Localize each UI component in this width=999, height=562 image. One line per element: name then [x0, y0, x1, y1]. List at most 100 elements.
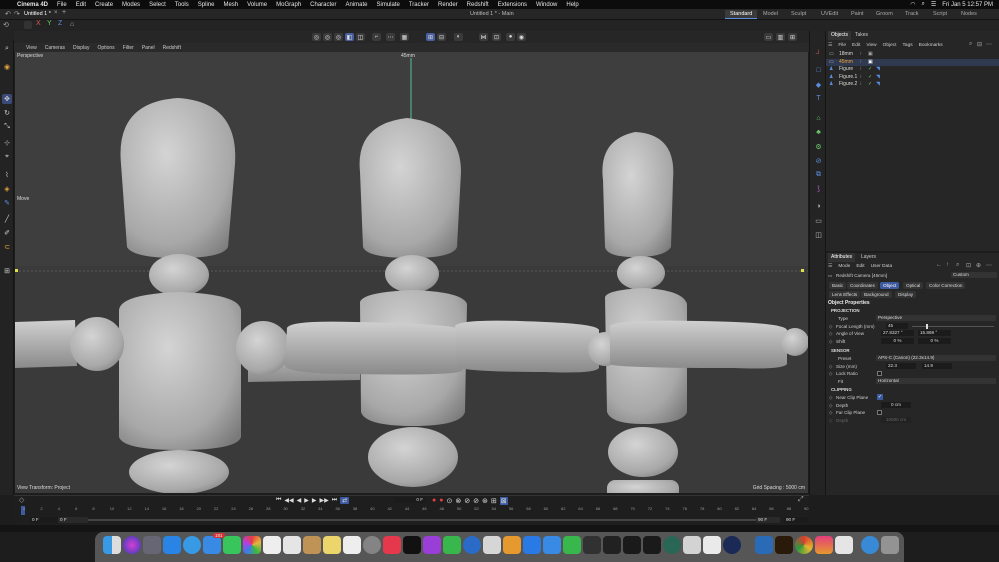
rotation-key-icon[interactable]: ⊘: [464, 497, 470, 505]
viewport-menu-cameras[interactable]: Cameras: [45, 45, 65, 51]
menu-edit[interactable]: Edit: [76, 2, 86, 8]
attributes-menu-edit[interactable]: Edit: [856, 264, 864, 269]
tab-lens-effects[interactable]: Lens Effects: [829, 291, 861, 298]
light-icon[interactable]: ◫: [813, 229, 824, 240]
model-mode-icon[interactable]: ◫: [356, 33, 365, 41]
visibility-icon[interactable]: ⁝: [860, 51, 862, 59]
viewport-menu-panel[interactable]: Panel: [142, 45, 155, 51]
chrome-icon[interactable]: [795, 536, 813, 554]
freeform-icon[interactable]: [343, 536, 361, 554]
snap-icon[interactable]: ⊞: [426, 33, 435, 41]
lock-ratio-checkbox[interactable]: [877, 371, 882, 376]
go-to-start-icon[interactable]: ⏮: [276, 497, 281, 504]
lock-view-icon[interactable]: ●: [506, 33, 515, 41]
points-mode-icon[interactable]: ⋯: [386, 33, 395, 41]
text-spline-icon[interactable]: T: [813, 93, 824, 104]
textedit-icon[interactable]: [835, 536, 853, 554]
loop-icon[interactable]: ⇄: [340, 497, 350, 504]
position-key-icon[interactable]: ⊗: [455, 497, 461, 505]
enabled-check-icon[interactable]: ✓: [868, 74, 872, 82]
menu-spline[interactable]: Spline: [198, 2, 215, 8]
notes-icon[interactable]: [323, 536, 341, 554]
scale-key-icon[interactable]: ⊘: [473, 497, 479, 505]
spline-tool-icon[interactable]: ⟆: [813, 183, 824, 194]
live-selection-icon[interactable]: ◉: [2, 62, 12, 72]
keyframe-add-icon[interactable]: ◇: [19, 496, 24, 504]
key-selection-icon[interactable]: ⊙: [446, 497, 452, 505]
viewport-menu-filter[interactable]: Filter: [123, 45, 134, 51]
frame-ruler[interactable]: [14, 506, 809, 515]
menu-simulate[interactable]: Simulate: [377, 2, 400, 8]
prev-frame-icon[interactable]: ◀: [297, 497, 302, 504]
menu-modes[interactable]: Modes: [122, 2, 140, 8]
objects-menu-view[interactable]: View: [866, 43, 876, 48]
tab-coordinates[interactable]: Coordinates: [847, 282, 878, 289]
timeline-start-field[interactable]: 0 F: [30, 517, 60, 523]
perspective-viewport[interactable]: Perspective 45mm Move View Transform: Pr…: [15, 52, 808, 493]
objects-menu-icon[interactable]: ☰: [828, 43, 832, 48]
scale-tool-icon[interactable]: ⤡: [2, 122, 12, 132]
keyframe-diamond-icon[interactable]: ◇: [829, 394, 833, 401]
menu-window[interactable]: Window: [536, 2, 557, 8]
camera-icon[interactable]: ▭: [813, 215, 824, 226]
cinema4d-icon[interactable]: [723, 536, 741, 554]
display-options-icon[interactable]: ◉: [517, 33, 526, 41]
visibility-icon[interactable]: ⁝: [860, 81, 862, 89]
render-settings-icon[interactable]: ◎: [334, 33, 343, 41]
layout-standard[interactable]: Standard: [725, 10, 758, 19]
menu-volume[interactable]: Volume: [247, 2, 267, 8]
menu-select[interactable]: Select: [149, 2, 166, 8]
snap-tool-icon[interactable]: ◈: [2, 184, 12, 194]
layout-script[interactable]: Script: [928, 10, 952, 19]
slider-handle[interactable]: [926, 323, 928, 329]
view-layout-split-icon[interactable]: ▥: [776, 33, 785, 41]
auto-key-icon[interactable]: ●: [439, 497, 443, 504]
apple-tv-icon[interactable]: [403, 536, 421, 554]
keyframe-diamond-icon[interactable]: ◇: [829, 323, 833, 330]
layout-track[interactable]: Track: [900, 10, 924, 19]
numbers-icon[interactable]: [563, 536, 581, 554]
next-key-icon[interactable]: ▶▶: [320, 497, 329, 504]
menu-tracker[interactable]: Tracker: [409, 2, 429, 8]
tab-attributes[interactable]: Attributes: [828, 253, 856, 262]
attributes-menu-user-data[interactable]: User Data: [871, 264, 893, 269]
render-view-icon[interactable]: ◎: [312, 33, 321, 41]
cube-object-icon[interactable]: ◆: [813, 79, 824, 90]
menu-app-name[interactable]: Cinema 4D: [17, 2, 48, 8]
brush-tool-icon[interactable]: ╱: [2, 214, 12, 224]
param-key-icon[interactable]: ⊛: [482, 497, 488, 505]
enabled-check-icon[interactable]: ✓: [868, 66, 872, 74]
shift-x-field[interactable]: 0 %: [881, 337, 914, 344]
menu-create[interactable]: Create: [95, 2, 113, 8]
attributes-menu-mode[interactable]: Mode: [838, 264, 850, 269]
stocks-icon[interactable]: [603, 536, 621, 554]
knife-tool-icon[interactable]: ⌇: [2, 170, 12, 180]
coordinate-system-icon[interactable]: ⌂: [70, 21, 74, 28]
launchpad-icon[interactable]: [143, 536, 161, 554]
polygon-pen-icon[interactable]: ✎: [2, 198, 12, 208]
rotate-tool-icon[interactable]: ↻: [2, 108, 12, 118]
finder-icon[interactable]: [103, 536, 121, 554]
play-icon[interactable]: ▶: [304, 497, 309, 504]
menu-tools[interactable]: Tools: [175, 2, 189, 8]
slack-icon[interactable]: [703, 536, 721, 554]
view-layout-single-icon[interactable]: ▭: [764, 33, 773, 41]
preset-dropdown[interactable]: Custom: [951, 272, 997, 278]
search-icon[interactable]: ⌕: [922, 1, 925, 8]
music-icon[interactable]: [383, 536, 401, 554]
timeline-start-preview-field[interactable]: 0 F: [58, 517, 88, 523]
object-row-figure-1[interactable]: ♟ Figure.1 ⁝ ✓ ◥: [826, 74, 999, 82]
near-depth-field[interactable]: 0 cm: [881, 401, 911, 408]
layout-uvedit[interactable]: UVEdit: [816, 10, 843, 19]
symmetry-icon[interactable]: ⋈: [479, 33, 488, 41]
messages-icon[interactable]: [223, 536, 241, 554]
podcasts-icon[interactable]: [423, 536, 441, 554]
calculator-icon[interactable]: [583, 536, 601, 554]
attributes-menu-icon[interactable]: ☰: [828, 264, 832, 269]
nav-up-icon[interactable]: ↑: [946, 262, 949, 268]
disk-utility-icon[interactable]: [683, 536, 701, 554]
workplane-toggle-icon[interactable]: ◐: [454, 33, 463, 41]
quicktime-icon[interactable]: [463, 536, 481, 554]
timeline-options-icon[interactable]: ⊠: [499, 496, 508, 505]
tab-basic[interactable]: Basic: [829, 282, 847, 289]
